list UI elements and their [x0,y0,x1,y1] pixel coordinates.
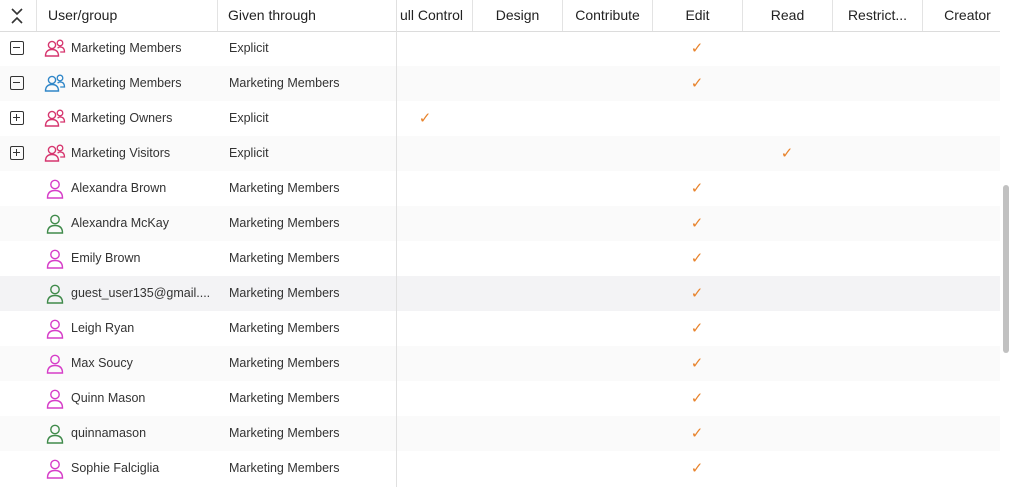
user-icon [44,284,66,304]
table-row[interactable]: guest_user135@gmail.... Marketing Members… [0,276,1000,311]
given-through-value: Marketing Members [229,426,340,440]
collapse-all-button[interactable] [4,3,30,29]
given-through-value: Marketing Members [229,391,340,405]
user-group-name[interactable]: Emily Brown [71,241,211,276]
table-row[interactable]: Marketing Visitors Explicit ✓ [0,136,1000,171]
permission-check-icon: ✓ [690,390,704,407]
group-icon [44,109,66,129]
permission-check-icon: ✓ [690,180,704,197]
user-group-name[interactable]: Sophie Falciglia [71,451,211,486]
scrollbar-thumb[interactable] [1003,185,1009,353]
user-group-name[interactable]: Marketing Visitors [71,136,211,171]
expand-icon[interactable] [10,146,24,160]
table-row[interactable]: Marketing Members Marketing Members ✓ [0,66,1000,101]
permission-check-icon: ✓ [690,215,704,232]
column-header-permission[interactable]: Creator [922,0,1000,31]
permission-check-icon: ✓ [690,355,704,372]
column-header-permission[interactable]: ull Control [387,0,472,31]
column-header-permission[interactable]: Design [472,0,562,31]
grid-rows: Marketing Members Explicit ✓ Marketing Memb… [0,31,1000,486]
given-through-value: Marketing Members [229,216,340,230]
user-group-name[interactable]: Alexandra McKay [71,206,211,241]
table-row[interactable]: Alexandra McKay Marketing Members ✓ [0,206,1000,241]
table-row[interactable]: Leigh Ryan Marketing Members ✓ [0,311,1000,346]
user-icon [44,319,66,339]
given-through-value: Explicit [229,146,269,160]
given-through-value: Marketing Members [229,356,340,370]
table-row[interactable]: Emily Brown Marketing Members ✓ [0,241,1000,276]
given-through-value: Marketing Members [229,76,340,90]
column-header-given-through[interactable]: Given through [217,0,396,31]
column-header-permission[interactable]: Read [742,0,832,31]
given-through-value: Explicit [229,41,269,55]
user-group-name[interactable]: Alexandra Brown [71,171,211,206]
expand-icon[interactable] [10,111,24,125]
user-icon [44,179,66,199]
table-row[interactable]: Quinn Mason Marketing Members ✓ [0,381,1000,416]
permission-check-icon: ✓ [690,285,704,302]
permission-check-icon: ✓ [690,460,704,477]
user-group-name[interactable]: Marketing Members [71,31,211,66]
user-group-name[interactable]: Marketing Members [71,66,211,101]
table-row[interactable]: Sophie Falciglia Marketing Members ✓ [0,451,1000,486]
given-through-value: Marketing Members [229,286,340,300]
table-row[interactable]: Marketing Owners Explicit ✓ [0,101,1000,136]
permission-check-icon: ✓ [690,40,704,57]
frozen-column-divider [396,0,397,487]
collapse-icon[interactable] [10,76,24,90]
column-header-user-group[interactable]: User/group [37,0,217,31]
permission-check-icon: ✓ [780,145,794,162]
group-icon [44,39,66,59]
table-row[interactable]: Marketing Members Explicit ✓ [0,31,1000,66]
given-through-value: Marketing Members [229,181,340,195]
column-header-permission[interactable]: Edit [652,0,742,31]
user-group-name[interactable]: Marketing Owners [71,101,211,136]
table-row[interactable]: Alexandra Brown Marketing Members ✓ [0,171,1000,206]
permission-check-icon: ✓ [690,75,704,92]
user-icon [44,424,66,444]
user-icon [44,389,66,409]
table-row[interactable]: quinnamason Marketing Members ✓ [0,416,1000,451]
permission-check-icon: ✓ [690,250,704,267]
chevrons-collapse-icon [11,8,23,24]
given-through-value: Marketing Members [229,251,340,265]
permission-check-icon: ✓ [690,320,704,337]
given-through-value: Marketing Members [229,461,340,475]
grid-header: User/group Given through ull Control Desi… [0,0,1000,32]
user-group-name[interactable]: quinnamason [71,416,211,451]
column-header-permission[interactable]: Restrict... [832,0,922,31]
vertical-scrollbar[interactable] [1000,0,1013,487]
user-icon [44,214,66,234]
user-group-name[interactable]: Quinn Mason [71,381,211,416]
permissions-grid: User/group Given through ull Control Desi… [0,0,1000,487]
user-group-name[interactable]: Leigh Ryan [71,311,211,346]
group-icon [44,144,66,164]
given-through-value: Explicit [229,111,269,125]
collapse-icon[interactable] [10,41,24,55]
group-icon [44,74,66,94]
user-icon [44,354,66,374]
user-icon [44,249,66,269]
user-group-name[interactable]: Max Soucy [71,346,211,381]
user-group-name[interactable]: guest_user135@gmail.... [71,276,211,311]
user-icon [44,459,66,479]
column-header-permission[interactable]: Contribute [562,0,652,31]
permission-check-icon: ✓ [418,110,432,127]
table-row[interactable]: Max Soucy Marketing Members ✓ [0,346,1000,381]
given-through-value: Marketing Members [229,321,340,335]
permission-check-icon: ✓ [690,425,704,442]
